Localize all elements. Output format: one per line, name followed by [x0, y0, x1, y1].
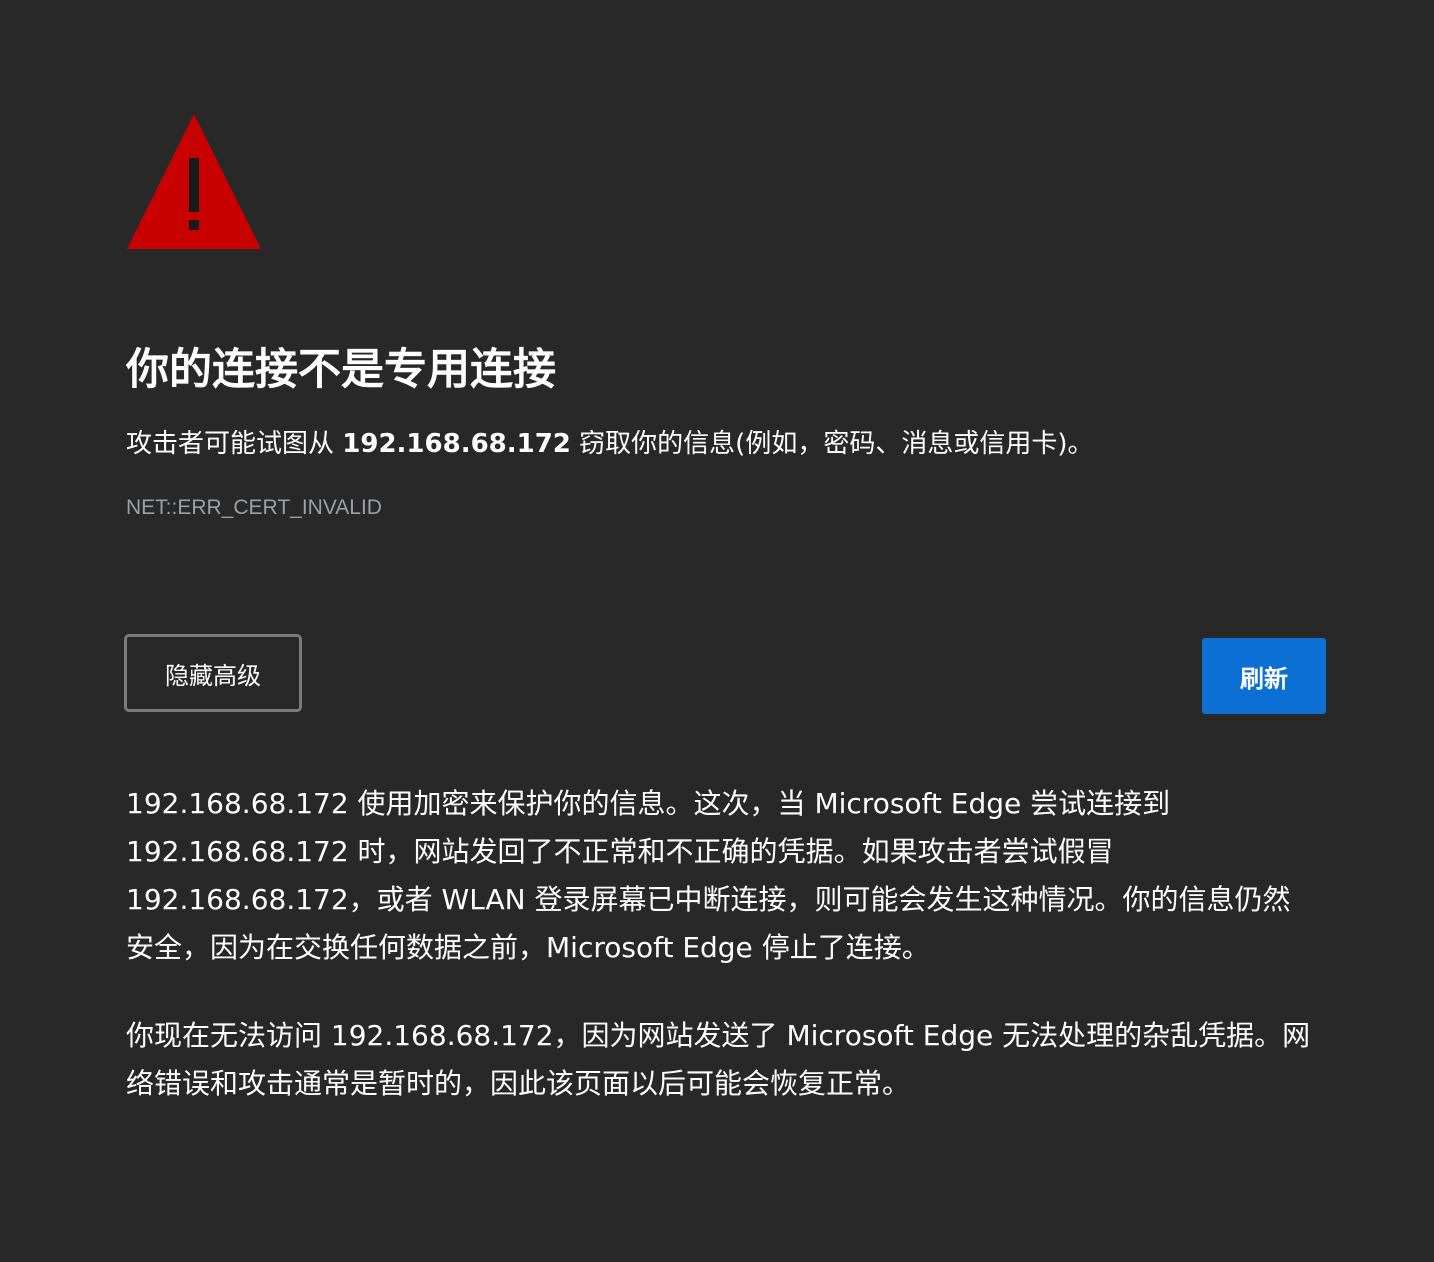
summary-text: 攻击者可能试图从 192.168.68.172 窃取你的信息(例如，密码、消息或…: [126, 424, 1326, 464]
summary-host: 192.168.68.172: [342, 429, 571, 459]
details-section: 192.168.68.172 使用加密来保护你的信息。这次，当 Microsof…: [126, 780, 1326, 1108]
interstitial-content: 你的连接不是专用连接 攻击者可能试图从 192.168.68.172 窃取你的信…: [124, 112, 1326, 1148]
details-paragraph-1: 192.168.68.172 使用加密来保护你的信息。这次，当 Microsof…: [126, 787, 1291, 964]
page-title: 你的连接不是专用连接: [126, 345, 556, 395]
button-row: 隐藏高级 刷新: [124, 634, 1326, 714]
summary-prefix: 攻击者可能试图从: [126, 429, 343, 459]
warning-triangle-icon: [127, 114, 261, 249]
hide-advanced-button[interactable]: 隐藏高级: [124, 634, 302, 712]
summary-suffix: 窃取你的信息(例如，密码、消息或信用卡)。: [570, 429, 1094, 459]
details-paragraph-2: 你现在无法访问 192.168.68.172，因为网站发送了 Microsoft…: [126, 1019, 1311, 1100]
refresh-button[interactable]: 刷新: [1202, 638, 1326, 714]
error-code: NET::ERR_CERT_INVALID: [126, 496, 382, 519]
